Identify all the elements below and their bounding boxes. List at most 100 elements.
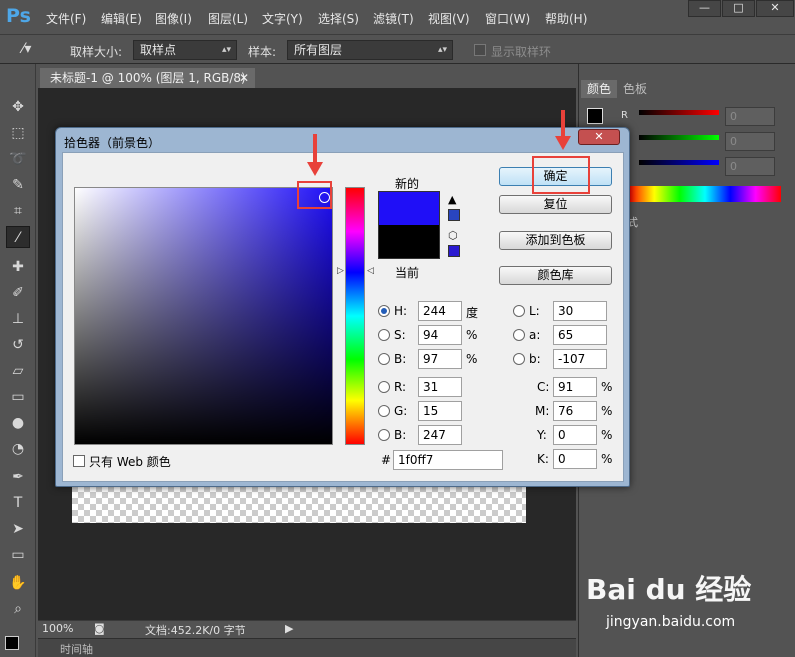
- brush-tool-icon[interactable]: ✐: [6, 282, 30, 304]
- radio-green[interactable]: [378, 405, 390, 417]
- zoom-level[interactable]: 100%: [42, 622, 73, 635]
- gamut-color-chip[interactable]: [448, 209, 460, 221]
- radio-lab-a[interactable]: [513, 329, 525, 341]
- radio-blue[interactable]: [378, 429, 390, 441]
- color-panel-fg-swatch[interactable]: [587, 108, 603, 124]
- c-input[interactable]: 91: [553, 377, 597, 397]
- history-brush-icon[interactable]: ↺: [6, 334, 30, 356]
- b-label: B:: [394, 352, 407, 366]
- gamut-warning-icon[interactable]: ▲: [448, 193, 456, 206]
- status-arrow-icon[interactable]: ▶: [285, 622, 293, 635]
- sample-select[interactable]: 所有图层 ▴▾: [287, 40, 453, 60]
- menu-help[interactable]: 帮助(H): [545, 10, 587, 27]
- shape-tool-icon[interactable]: ▭: [6, 544, 30, 566]
- web-safe-color-chip[interactable]: [448, 245, 460, 257]
- color-library-button[interactable]: 颜色库: [499, 266, 612, 285]
- m-input[interactable]: 76: [553, 401, 597, 421]
- menu-image[interactable]: 图像(I): [155, 10, 192, 27]
- status-menu-icon[interactable]: ◙: [94, 622, 105, 635]
- green-slider[interactable]: [639, 135, 719, 140]
- path-select-icon[interactable]: ➤: [6, 518, 30, 540]
- close-window-button[interactable]: ✕: [756, 0, 794, 17]
- annotation-arrow-shaft: [313, 134, 317, 164]
- menu-view[interactable]: 视图(V): [428, 10, 470, 27]
- lasso-tool-icon[interactable]: ➰: [6, 148, 30, 170]
- menu-file[interactable]: 文件(F): [46, 10, 86, 27]
- blur-tool-icon[interactable]: ●: [6, 412, 30, 434]
- green-value-input[interactable]: 0: [725, 132, 775, 151]
- b-input[interactable]: 97: [418, 349, 462, 369]
- document-info: 文档:452.2K/0 字节: [145, 624, 246, 637]
- c-label: C:: [537, 380, 550, 394]
- zoom-tool-icon[interactable]: ⌕: [6, 598, 30, 620]
- r-input[interactable]: 31: [418, 377, 462, 397]
- radio-brightness[interactable]: [378, 353, 390, 365]
- y-input[interactable]: 0: [553, 425, 597, 445]
- stamp-tool-icon[interactable]: ⊥: [6, 308, 30, 330]
- s-input[interactable]: 94: [418, 325, 462, 345]
- rgb-b-input[interactable]: 247: [418, 425, 462, 445]
- current-color-swatch[interactable]: [378, 225, 440, 259]
- foreground-color-swatch[interactable]: [5, 636, 19, 650]
- blue-value-input[interactable]: 0: [725, 157, 775, 176]
- a-input[interactable]: 65: [553, 325, 607, 345]
- show-ring-checkbox[interactable]: [474, 44, 486, 56]
- hand-tool-icon[interactable]: ✋: [6, 572, 30, 594]
- tab-swatches[interactable]: 色板: [617, 80, 653, 98]
- eyedropper-preset-icon[interactable]: ⁄▾: [22, 41, 31, 57]
- show-ring-label: 显示取样环: [491, 45, 552, 59]
- current-color-label: 当前: [395, 266, 420, 280]
- radio-saturation[interactable]: [378, 329, 390, 341]
- dialog-close-button[interactable]: ✕: [578, 129, 620, 145]
- pen-tool-icon[interactable]: ✒: [6, 466, 30, 488]
- annotation-arrow-shaft: [561, 110, 565, 138]
- menu-type[interactable]: 文字(Y): [262, 10, 303, 27]
- red-value-input[interactable]: 0: [725, 107, 775, 126]
- menu-edit[interactable]: 编辑(E): [101, 10, 142, 27]
- radio-hue[interactable]: [378, 305, 390, 317]
- menu-window[interactable]: 窗口(W): [485, 10, 530, 27]
- menu-select[interactable]: 选择(S): [318, 10, 359, 27]
- k-input[interactable]: 0: [553, 449, 597, 469]
- menu-layer[interactable]: 图层(L): [208, 10, 248, 27]
- add-to-swatches-button[interactable]: 添加到色板: [499, 231, 612, 250]
- hex-input[interactable]: 1f0ff7: [393, 450, 503, 470]
- hue-slider[interactable]: [345, 187, 365, 445]
- marquee-tool-icon[interactable]: ⬚: [6, 122, 30, 144]
- l-input[interactable]: 30: [553, 301, 607, 321]
- lab-b-input[interactable]: -107: [553, 349, 607, 369]
- eyedropper-tool-icon[interactable]: ⁄: [6, 226, 30, 248]
- radio-red[interactable]: [378, 381, 390, 393]
- hue-pointer-left-icon[interactable]: ▷: [337, 266, 344, 276]
- g-input[interactable]: 15: [418, 401, 462, 421]
- radio-lab-b[interactable]: [513, 353, 525, 365]
- maximize-button[interactable]: □: [722, 0, 755, 17]
- type-tool-icon[interactable]: T: [6, 492, 30, 514]
- blue-slider[interactable]: [639, 160, 719, 165]
- healing-brush-icon[interactable]: ✚: [6, 256, 30, 278]
- radio-lab-l[interactable]: [513, 305, 525, 317]
- timeline-label[interactable]: 时间轴: [60, 641, 93, 657]
- move-tool-icon[interactable]: ✥: [6, 96, 30, 118]
- minimize-button[interactable]: —: [688, 0, 721, 17]
- color-spectrum-bar[interactable]: [629, 186, 781, 202]
- quick-select-tool-icon[interactable]: ✎: [6, 174, 30, 196]
- reset-button[interactable]: 复位: [499, 195, 612, 214]
- timeline-panel: 时间轴: [38, 638, 576, 657]
- channel-r-label: R: [621, 110, 628, 121]
- hue-pointer-right-icon[interactable]: ◁: [367, 266, 374, 276]
- web-only-checkbox[interactable]: [73, 455, 85, 467]
- document-tab[interactable]: 未标题-1 @ 100% (图层 1, RGB/8) ✕: [40, 68, 255, 88]
- crop-tool-icon[interactable]: ⌗: [6, 200, 30, 222]
- close-tab-icon[interactable]: ✕: [239, 68, 249, 88]
- dodge-tool-icon[interactable]: ◔: [6, 438, 30, 460]
- eraser-tool-icon[interactable]: ▱: [6, 360, 30, 382]
- red-slider[interactable]: [639, 110, 719, 115]
- tab-color[interactable]: 颜色: [581, 80, 618, 98]
- sample-size-select[interactable]: 取样点 ▴▾: [133, 40, 237, 60]
- h-input[interactable]: 244: [418, 301, 462, 321]
- gradient-tool-icon[interactable]: ▭: [6, 386, 30, 408]
- web-safe-cube-icon[interactable]: ⬡: [448, 229, 458, 242]
- menu-filter[interactable]: 滤镜(T): [373, 10, 414, 27]
- saturation-brightness-field[interactable]: [74, 187, 333, 445]
